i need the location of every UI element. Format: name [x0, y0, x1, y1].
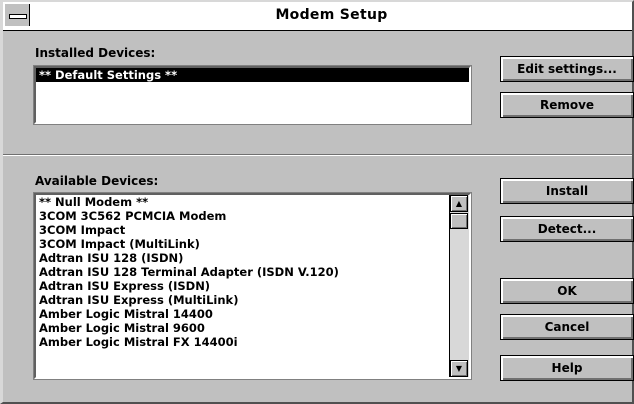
- remove-button[interactable]: Remove: [500, 92, 634, 118]
- title-bar[interactable]: Modem Setup: [3, 2, 632, 31]
- installed-devices-label: Installed Devices:: [35, 46, 156, 60]
- detect-label: Detect...: [537, 222, 597, 236]
- list-item[interactable]: ** Default Settings **: [36, 68, 469, 82]
- down-arrow-icon[interactable]: ▼: [450, 360, 468, 377]
- modem-setup-window: Modem Setup Installed Devices: ** Defaul…: [0, 0, 634, 404]
- list-item[interactable]: Adtran ISU 128 (ISDN): [36, 251, 469, 265]
- ok-label: OK: [557, 284, 577, 298]
- up-arrow-icon[interactable]: ▲: [450, 195, 468, 212]
- available-devices-rows: ** Null Modem ** 3COM 3C562 PCMCIA Modem 3…: [36, 195, 469, 349]
- available-devices-scrollbar[interactable]: ▲ ▼: [449, 195, 469, 377]
- edit-settings-label: Edit settings...: [517, 62, 617, 76]
- list-item[interactable]: Amber Logic Mistral FX 14400i: [36, 335, 469, 349]
- ok-button[interactable]: OK: [500, 278, 634, 304]
- cancel-button[interactable]: Cancel: [500, 314, 634, 340]
- system-menu-bar: [9, 14, 27, 19]
- list-item[interactable]: Adtran ISU 128 Terminal Adapter (ISDN V.…: [36, 265, 469, 279]
- install-button[interactable]: Install: [500, 178, 634, 204]
- install-label: Install: [545, 184, 589, 198]
- list-item[interactable]: Amber Logic Mistral 9600: [36, 321, 469, 335]
- edit-settings-button[interactable]: Edit settings...: [500, 56, 634, 82]
- available-devices-label: Available Devices:: [35, 174, 159, 188]
- available-devices-list[interactable]: ** Null Modem ** 3COM 3C562 PCMCIA Modem 3…: [33, 192, 472, 380]
- installed-devices-list[interactable]: ** Default Settings **: [33, 65, 472, 125]
- detect-button[interactable]: Detect...: [500, 216, 634, 242]
- help-label: Help: [551, 361, 583, 375]
- system-menu-icon[interactable]: [5, 4, 30, 26]
- installed-devices-rows: ** Default Settings **: [36, 68, 469, 82]
- list-item[interactable]: Adtran ISU Express (MultiLink): [36, 293, 469, 307]
- list-item[interactable]: Adtran ISU Express (ISDN): [36, 279, 469, 293]
- list-item[interactable]: 3COM 3C562 PCMCIA Modem: [36, 209, 469, 223]
- help-button[interactable]: Help: [500, 355, 634, 381]
- scroll-thumb[interactable]: [450, 213, 468, 229]
- list-item[interactable]: Amber Logic Mistral 14400: [36, 307, 469, 321]
- remove-label: Remove: [539, 98, 595, 112]
- section-divider: [3, 154, 632, 156]
- window-title: Modem Setup: [275, 7, 388, 23]
- cancel-label: Cancel: [544, 320, 590, 334]
- list-item[interactable]: 3COM Impact (MultiLink): [36, 237, 469, 251]
- list-item[interactable]: ** Null Modem **: [36, 195, 469, 209]
- list-item[interactable]: 3COM Impact: [36, 223, 469, 237]
